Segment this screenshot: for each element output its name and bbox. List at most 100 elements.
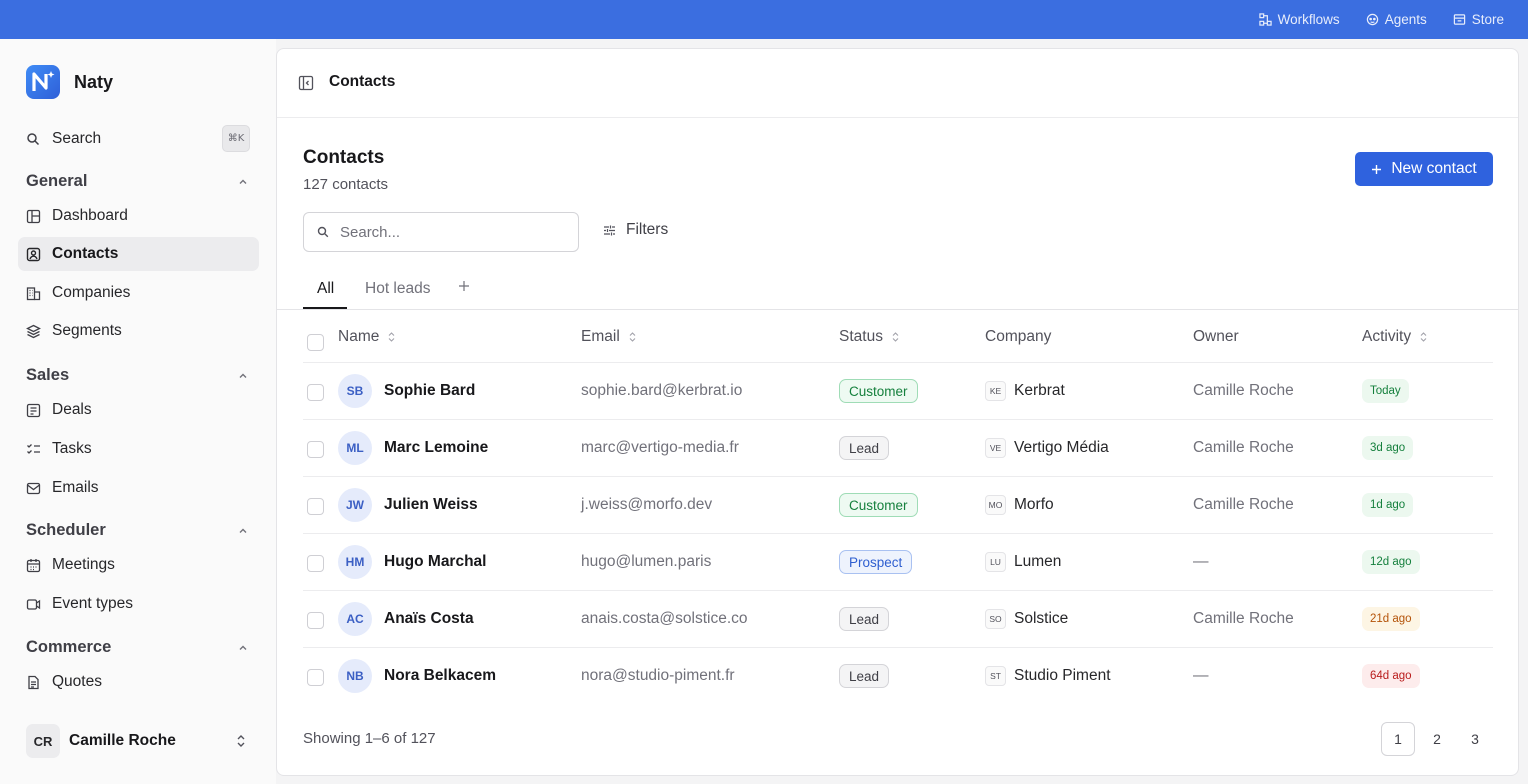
table-row[interactable]: HM Hugo Marchal hugo@lumen.paris Prospec…	[303, 534, 1493, 591]
activity-badge: Today	[1362, 379, 1409, 403]
sidebar-item-tasks[interactable]: Tasks	[18, 432, 259, 466]
table-row[interactable]: AC Anaïs Costa anais.costa@solstice.co L…	[303, 591, 1493, 648]
sidebar-item-label: Deals	[52, 401, 92, 418]
search-icon	[317, 226, 329, 238]
row-checkbox[interactable]	[307, 498, 324, 515]
company-cell: MO Morfo	[985, 495, 1054, 515]
building-icon	[26, 286, 41, 300]
search-shortcut: ⌘K	[222, 125, 250, 152]
company-logo: KE	[985, 381, 1006, 401]
contact-name[interactable]: Nora Belkacem	[384, 667, 496, 685]
sidebar-item-deals[interactable]: Deals	[18, 393, 259, 427]
column-header-activity[interactable]: Activity	[1362, 328, 1427, 346]
column-label: Status	[839, 328, 883, 345]
main-panel: Contacts Contacts 127 contacts New conta…	[276, 48, 1519, 776]
sidebar-search-label: Search	[52, 129, 102, 147]
avatar: NB	[338, 659, 372, 693]
sidebar-item-contacts[interactable]: Contacts	[18, 237, 259, 271]
sidebar-item-emails[interactable]: Emails	[18, 471, 259, 505]
topbar-link-label: Store	[1471, 12, 1504, 27]
column-header-email[interactable]: Email	[581, 328, 636, 346]
page-button-3[interactable]: 3	[1458, 722, 1492, 756]
contacts-icon	[26, 247, 41, 261]
table-header: Name Email Status Company Owner Activity	[303, 311, 1493, 363]
table-row[interactable]: SB Sophie Bard sophie.bard@kerbrat.io Cu…	[303, 363, 1493, 420]
main-header: Contacts	[277, 49, 1518, 118]
chevron-up-icon	[239, 528, 247, 533]
company-logo: ST	[985, 666, 1006, 686]
section-commerce[interactable]: Commerce	[26, 638, 250, 657]
view-tabs: All Hot leads	[277, 274, 1518, 310]
user-menu[interactable]: CR Camille Roche	[26, 724, 250, 758]
topbar-link-workflows[interactable]: Workflows	[1258, 12, 1340, 27]
contact-name[interactable]: Hugo Marchal	[384, 553, 486, 571]
sidebar-item-companies[interactable]: Companies	[18, 276, 259, 310]
contacts-search[interactable]	[303, 212, 579, 252]
page-button-2[interactable]: 2	[1420, 722, 1454, 756]
chevron-up-icon	[239, 179, 247, 184]
contact-email: nora@studio-piment.fr	[581, 667, 735, 684]
section-title: Commerce	[26, 638, 112, 656]
owner-name: Camille Roche	[1193, 382, 1294, 399]
contact-email: marc@vertigo-media.fr	[581, 439, 739, 456]
new-contact-button[interactable]: New contact	[1355, 152, 1493, 186]
section-sales[interactable]: Sales	[26, 366, 250, 385]
sidebar-item-dashboard[interactable]: Dashboard	[18, 199, 259, 233]
sidebar-item-label: Quotes	[52, 673, 102, 690]
company-name: Kerbrat	[1014, 382, 1065, 399]
filters-button[interactable]: Filters	[603, 221, 668, 239]
section-scheduler[interactable]: Scheduler	[26, 521, 250, 540]
sidebar-item-event-types[interactable]: Event types	[18, 587, 259, 621]
page-button-1[interactable]: 1	[1381, 722, 1415, 756]
company-logo: VE	[985, 438, 1006, 458]
select-all-checkbox[interactable]	[307, 334, 324, 351]
avatar: AC	[338, 602, 372, 636]
avatar: HM	[338, 545, 372, 579]
contact-name[interactable]: Sophie Bard	[384, 382, 475, 400]
row-checkbox[interactable]	[307, 612, 324, 629]
search-input[interactable]	[340, 223, 560, 241]
brand[interactable]: Naty	[26, 65, 113, 99]
topbar-link-agents[interactable]: Agents	[1366, 12, 1427, 27]
topbar-link-store[interactable]: Store	[1453, 12, 1504, 27]
video-icon	[26, 598, 41, 610]
brand-name: Naty	[74, 71, 114, 92]
table-row[interactable]: NB Nora Belkacem nora@studio-piment.fr L…	[303, 648, 1493, 705]
table-row[interactable]: JW Julien Weiss j.weiss@morfo.dev Custom…	[303, 477, 1493, 534]
contact-name[interactable]: Marc Lemoine	[384, 439, 488, 457]
column-header-status[interactable]: Status	[839, 328, 899, 346]
activity-badge: 64d ago	[1362, 664, 1420, 688]
add-tab-icon[interactable]	[458, 280, 470, 292]
row-checkbox[interactable]	[307, 384, 324, 401]
workflow-icon	[1258, 13, 1272, 26]
owner-name: Camille Roche	[1193, 496, 1294, 513]
table-row[interactable]: ML Marc Lemoine marc@vertigo-media.fr Le…	[303, 420, 1493, 477]
company-cell: LU Lumen	[985, 552, 1061, 572]
column-header-name[interactable]: Name	[338, 328, 395, 346]
activity-badge: 1d ago	[1362, 493, 1414, 517]
company-name: Solstice	[1014, 610, 1069, 627]
section-general[interactable]: General	[26, 172, 250, 191]
row-checkbox[interactable]	[307, 669, 324, 686]
sidebar-item-meetings[interactable]: Meetings	[18, 548, 259, 582]
contact-name[interactable]: Anaïs Costa	[384, 610, 474, 628]
tasks-icon	[27, 443, 40, 454]
owner-name: —	[1193, 553, 1209, 570]
sidebar-item-segments[interactable]: Segments	[18, 314, 259, 348]
header-title: Contacts	[329, 73, 396, 90]
sidebar-toggle-icon[interactable]	[298, 75, 314, 91]
column-header-company: Company	[985, 328, 1051, 346]
sidebar: Naty Search ⌘K General Dashboard Contact…	[0, 39, 276, 784]
tab-all[interactable]: All	[317, 280, 334, 298]
sidebar-search[interactable]: Search ⌘K	[26, 125, 250, 152]
contact-name[interactable]: Julien Weiss	[384, 496, 478, 514]
column-label: Owner	[1193, 328, 1239, 345]
column-label: Name	[338, 328, 380, 345]
row-checkbox[interactable]	[307, 441, 324, 458]
owner-name: —	[1193, 667, 1209, 684]
calendar-icon	[26, 558, 41, 572]
active-tab-indicator	[303, 307, 347, 309]
row-checkbox[interactable]	[307, 555, 324, 572]
tab-hot-leads[interactable]: Hot leads	[365, 280, 430, 298]
sidebar-item-quotes[interactable]: Quotes	[18, 665, 259, 699]
